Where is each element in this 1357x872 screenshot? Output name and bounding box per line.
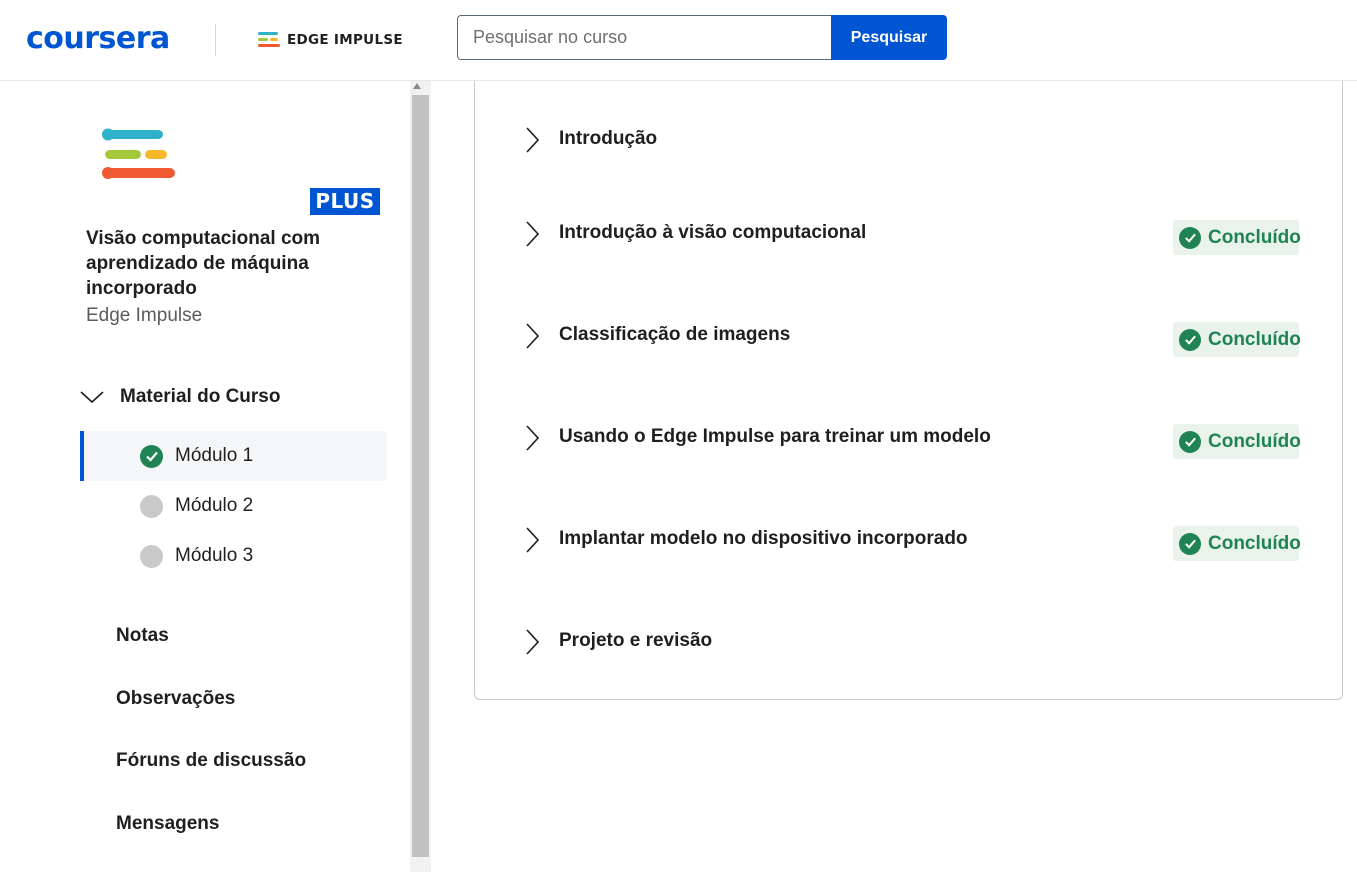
lesson-row-edge-impulse-training[interactable]: Usando o Edge Impulse para treinar um mo… — [525, 424, 1301, 465]
module-label: Módulo 1 — [175, 445, 254, 466]
chevron-right-icon — [526, 323, 539, 349]
lesson-title: Implantar modelo no dispositivo incorpor… — [559, 528, 968, 549]
lessons-card: Introdução Introdução à visão computacio… — [474, 81, 1343, 700]
check-circle-icon — [1179, 532, 1201, 555]
lesson-title: Introdução — [559, 128, 658, 149]
edge-impulse-logo[interactable]: EDGE IMPULSE — [258, 30, 403, 50]
check-circle-icon — [1179, 328, 1201, 351]
lesson-title: Classificação de imagens — [559, 324, 791, 345]
sidebar-link-forums[interactable]: Fóruns de discussão — [116, 750, 306, 772]
completed-badge: Concluído — [1173, 526, 1301, 561]
completed-badge: Concluído — [1173, 322, 1301, 357]
course-material-label: Material do Curso — [120, 386, 281, 407]
scroll-up-arrow-icon[interactable] — [413, 83, 421, 89]
check-circle-icon — [140, 444, 163, 468]
lesson-row-image-classification[interactable]: Classificação de imagens Concluído — [525, 322, 1301, 363]
check-circle-icon — [1179, 430, 1201, 453]
course-material-toggle[interactable]: Material do Curso — [80, 383, 280, 411]
sidebar-link-observations[interactable]: Observações — [116, 688, 235, 710]
completed-label: Concluído — [1208, 226, 1301, 248]
incomplete-circle-icon — [140, 494, 163, 518]
lesson-row-project-review[interactable]: Projeto e revisão — [525, 629, 1299, 669]
course-logo-icon — [102, 128, 175, 179]
sidebar-link-notes[interactable]: Notas — [116, 625, 169, 647]
sidebar-item-module-1[interactable]: Módulo 1 — [80, 431, 387, 481]
chevron-down-icon — [80, 391, 104, 404]
sidebar-link-messages[interactable]: Mensagens — [116, 813, 219, 835]
completed-badge: Concluído — [1173, 424, 1301, 459]
completed-label: Concluído — [1208, 430, 1301, 452]
scrollbar-thumb[interactable] — [412, 95, 429, 857]
lesson-row-cv-intro[interactable]: Introdução à visão computacional Concluí… — [525, 220, 1301, 261]
header-divider — [215, 24, 216, 56]
partner-name: EDGE IMPULSE — [287, 32, 403, 48]
check-circle-icon — [1179, 226, 1201, 249]
lesson-title: Introdução à visão computacional — [559, 222, 867, 243]
chevron-right-icon — [526, 221, 539, 247]
chevron-right-icon — [526, 527, 539, 553]
coursera-logo[interactable]: coursera — [26, 20, 170, 58]
course-title: Visão computacional com aprendizado de m… — [86, 228, 321, 299]
search-input[interactable] — [457, 15, 833, 60]
top-header: coursera EDGE IMPULSE Pesquisar — [0, 0, 1357, 81]
lesson-row-intro[interactable]: Introdução — [525, 127, 1299, 167]
search-button[interactable]: Pesquisar — [831, 15, 947, 60]
module-label: Módulo 2 — [175, 495, 254, 516]
lesson-title: Projeto e revisão — [559, 630, 713, 651]
lesson-row-deploy-model[interactable]: Implantar modelo no dispositivo incorpor… — [525, 526, 1301, 567]
chevron-right-icon — [526, 127, 539, 153]
course-sidebar: PLUS Visão computacional com aprendizado… — [0, 81, 410, 872]
edge-impulse-mark-icon — [258, 31, 280, 49]
chevron-right-icon — [526, 425, 539, 451]
sidebar-item-module-3[interactable]: Módulo 3 — [80, 531, 387, 581]
completed-label: Concluído — [1208, 328, 1301, 350]
incomplete-circle-icon — [140, 544, 163, 568]
sidebar-item-module-2[interactable]: Módulo 2 — [80, 481, 387, 531]
lesson-title: Usando o Edge Impulse para treinar um mo… — [559, 426, 991, 447]
chevron-right-icon — [526, 629, 539, 655]
module-label: Módulo 3 — [175, 545, 254, 566]
course-partner: Edge Impulse — [86, 305, 203, 326]
completed-label: Concluído — [1208, 532, 1301, 554]
plus-badge: PLUS — [310, 188, 380, 215]
completed-badge: Concluído — [1173, 220, 1301, 255]
